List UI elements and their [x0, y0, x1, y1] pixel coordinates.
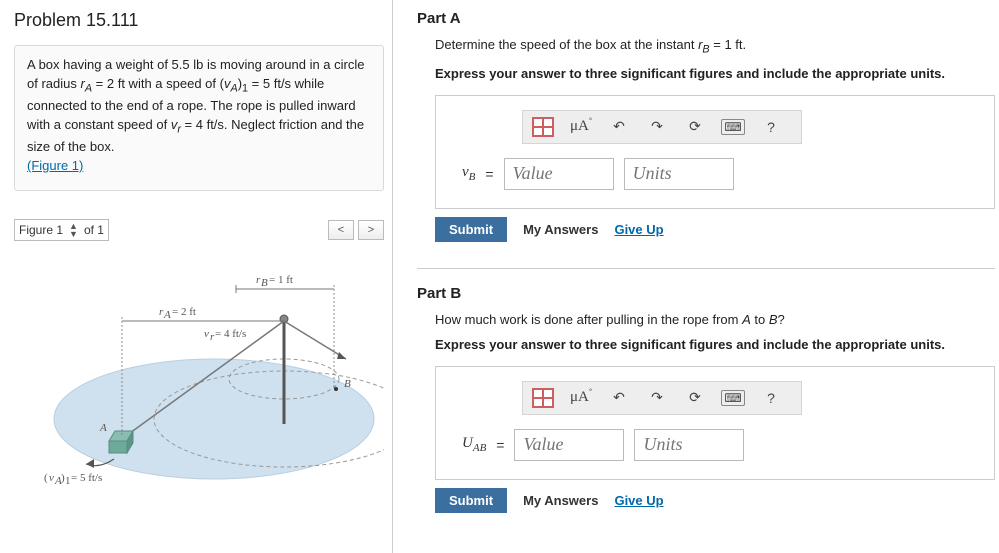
- part-b-give-up[interactable]: Give Up: [614, 493, 663, 508]
- template-tool-icon[interactable]: [529, 386, 557, 410]
- svg-text:v: v: [49, 472, 54, 484]
- keyboard-icon[interactable]: ⌨: [719, 386, 747, 410]
- part-a-instruction: Express your answer to three significant…: [417, 66, 995, 81]
- reset-icon[interactable]: ⟳: [681, 386, 709, 410]
- part-b-instruction: Express your answer to three significant…: [417, 337, 995, 352]
- part-a-answer-box: μA° ↶ ↷ ⟳ ⌨ ? vB =: [435, 95, 995, 209]
- part-b-my-answers[interactable]: My Answers: [523, 493, 598, 508]
- figure-link[interactable]: (Figure 1): [27, 158, 83, 173]
- template-tool-icon[interactable]: [529, 115, 557, 139]
- equals-sign: =: [485, 166, 493, 182]
- figure-image: r A = 2 ft r B = 1 ft v r = 4 ft/s ( v: [14, 259, 384, 492]
- equals-sign: =: [496, 437, 504, 453]
- part-a-question: Determine the speed of the box at the in…: [417, 37, 995, 56]
- part-b-submit-button[interactable]: Submit: [435, 488, 507, 513]
- svg-text:= 4 ft/s: = 4 ft/s: [215, 328, 246, 340]
- redo-icon[interactable]: ↷: [643, 386, 671, 410]
- part-a-give-up[interactable]: Give Up: [614, 222, 663, 237]
- part-b-variable: UAB: [462, 435, 486, 454]
- help-icon[interactable]: ?: [757, 115, 785, 139]
- special-char-tool[interactable]: μA°: [567, 115, 595, 139]
- part-b-toolbar: μA° ↶ ↷ ⟳ ⌨ ?: [522, 381, 802, 415]
- problem-title: Problem 15.111: [14, 10, 384, 31]
- part-a-submit-button[interactable]: Submit: [435, 217, 507, 242]
- svg-text:A: A: [99, 422, 107, 434]
- part-b-answer-box: μA° ↶ ↷ ⟳ ⌨ ? UAB =: [435, 366, 995, 480]
- svg-text:(: (: [44, 472, 48, 484]
- problem-statement: A box having a weight of 5.5 lb is movin…: [27, 57, 364, 154]
- part-a-units-input[interactable]: [624, 158, 734, 190]
- undo-icon[interactable]: ↶: [605, 115, 633, 139]
- figure-next-button[interactable]: >: [358, 220, 384, 240]
- figure-current: Figure 1: [19, 223, 63, 237]
- redo-icon[interactable]: ↷: [643, 115, 671, 139]
- svg-text:v: v: [204, 328, 209, 340]
- part-b-value-input[interactable]: [514, 429, 624, 461]
- part-a-variable: vB: [462, 164, 475, 183]
- keyboard-icon[interactable]: ⌨: [719, 115, 747, 139]
- svg-text:1: 1: [65, 475, 71, 487]
- svg-text:B: B: [344, 378, 351, 390]
- figure-of-label: of 1: [84, 223, 104, 237]
- svg-text:B: B: [261, 277, 268, 289]
- undo-icon[interactable]: ↶: [605, 386, 633, 410]
- part-a-toolbar: μA° ↶ ↷ ⟳ ⌨ ?: [522, 110, 802, 144]
- part-b-question: How much work is done after pulling in t…: [417, 312, 995, 327]
- figure-selector[interactable]: Figure 1 ▲▼ of 1: [14, 219, 109, 241]
- svg-text:= 1 ft: = 1 ft: [269, 274, 293, 286]
- part-a-my-answers[interactable]: My Answers: [523, 222, 598, 237]
- help-icon[interactable]: ?: [757, 386, 785, 410]
- part-b-title: Part B: [417, 285, 995, 302]
- svg-text:= 5 ft/s: = 5 ft/s: [71, 472, 102, 484]
- figure-spinner-icon[interactable]: ▲▼: [69, 222, 78, 238]
- part-b-units-input[interactable]: [634, 429, 744, 461]
- part-a-title: Part A: [417, 10, 995, 27]
- svg-text:= 2 ft: = 2 ft: [172, 306, 196, 318]
- special-char-tool[interactable]: μA°: [567, 386, 595, 410]
- svg-text:A: A: [163, 309, 171, 321]
- reset-icon[interactable]: ⟳: [681, 115, 709, 139]
- part-a-value-input[interactable]: [504, 158, 614, 190]
- figure-prev-button[interactable]: <: [328, 220, 354, 240]
- problem-statement-box: A box having a weight of 5.5 lb is movin…: [14, 45, 384, 191]
